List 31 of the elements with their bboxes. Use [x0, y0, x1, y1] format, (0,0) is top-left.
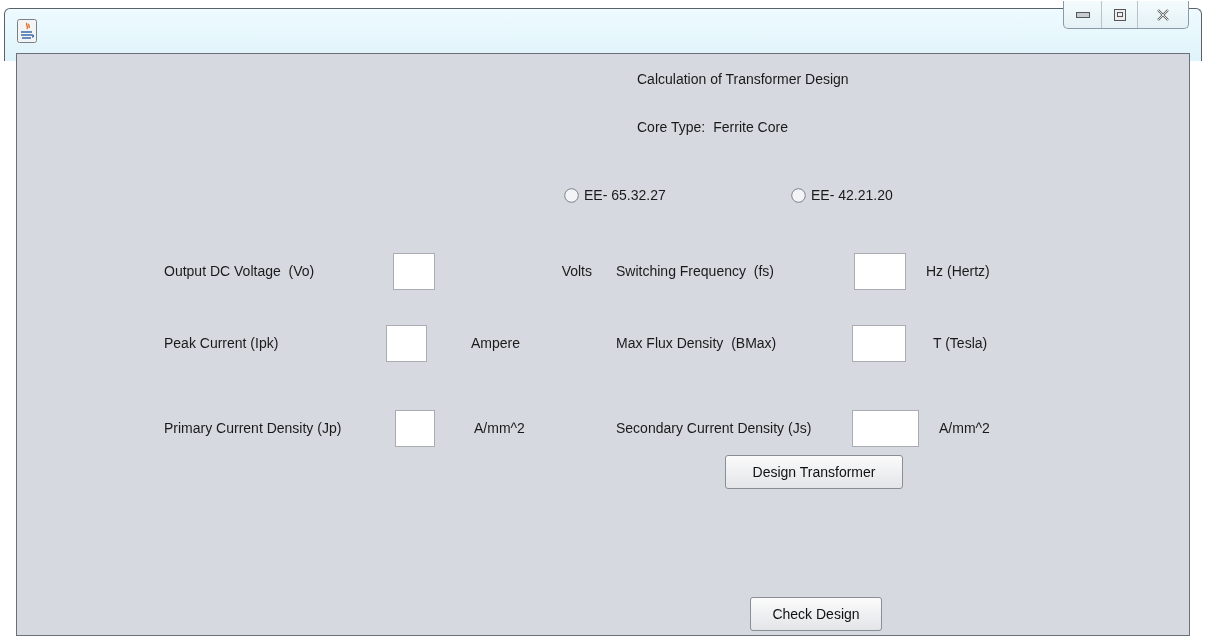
radio-option[interactable]: EE- 65.32.27 — [564, 184, 791, 206]
core-type-label: Core Type: — [637, 117, 706, 137]
field-label: Secondary Current Density (Js) — [616, 419, 813, 438]
maximize-icon — [1113, 8, 1126, 21]
unit-label: Ampere — [471, 334, 521, 353]
action-button[interactable]: Check Design — [750, 597, 882, 631]
field-label: Primary Current Density (Jp) — [164, 419, 343, 438]
action-button[interactable]: Design Transformer — [725, 455, 903, 489]
radio-button[interactable] — [564, 187, 579, 203]
field-label: Peak Current (Ipk) — [164, 334, 280, 353]
input-field[interactable] — [395, 410, 435, 447]
field-label: Switching Frequency (fs) — [616, 262, 775, 281]
field-label: Output DC Voltage (Vo) — [164, 262, 316, 281]
input-field[interactable] — [393, 253, 435, 290]
input-field[interactable] — [854, 253, 906, 290]
core-type-value: Ferrite Core — [713, 117, 788, 137]
cup-icon — [17, 19, 37, 43]
form-heading: Calculation of Transformer Design — [637, 69, 849, 89]
unit-label: A/mm^2 — [939, 419, 990, 438]
minimize-icon — [1075, 11, 1090, 18]
radio-option[interactable]: EE- 42.21.20 — [791, 184, 893, 206]
unit-label: Hz (Hertz) — [926, 262, 990, 281]
input-field[interactable] — [852, 410, 919, 447]
input-field[interactable] — [386, 325, 427, 362]
field-label: Max Flux Density (BMax) — [616, 334, 778, 353]
unit-label: Volts — [561, 262, 592, 281]
close-icon — [1156, 8, 1170, 21]
unit-label: T (Tesla) — [933, 334, 988, 353]
input-field[interactable] — [852, 325, 906, 362]
unit-label: A/mm^2 — [474, 419, 525, 438]
radio-button[interactable] — [791, 187, 806, 203]
